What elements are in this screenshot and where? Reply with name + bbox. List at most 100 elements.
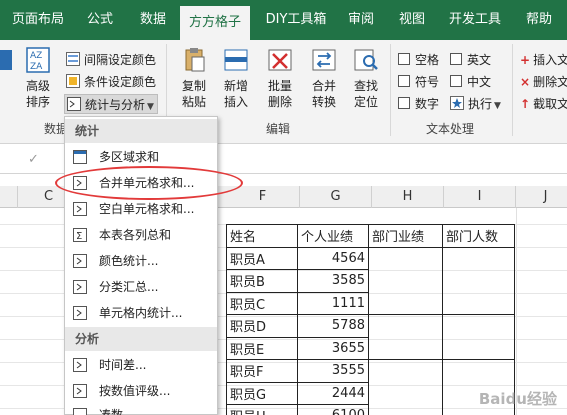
stats-analysis-label: 统计与分析 bbox=[85, 98, 146, 112]
menu-item-blank-cell-sum[interactable]: 空白单元格求和... bbox=[65, 197, 217, 221]
checkbox-space[interactable]: 空格 bbox=[398, 50, 439, 70]
tab-page-layout[interactable]: 页面布局 bbox=[6, 0, 70, 40]
ribbon-tab-bar: 页面布局 公式 数据 方方格子 DIY工具箱 审阅 视图 开发工具 帮助 bbox=[0, 0, 567, 40]
subset-sum-icon bbox=[73, 408, 87, 415]
execute-button[interactable]: 执行 ▼ bbox=[450, 94, 501, 114]
delete-cross-icon bbox=[268, 49, 292, 71]
advanced-sort-button[interactable]: AZ ZA 高级排序 bbox=[16, 46, 60, 110]
delete-text-button[interactable]: × 删除文 bbox=[520, 72, 567, 92]
merge-convert-button[interactable]: 合并转换 bbox=[302, 46, 346, 110]
checkbox-space-label: 空格 bbox=[415, 53, 440, 67]
menu-item-category-subtotal[interactable]: 分类汇总... bbox=[65, 275, 217, 299]
menu-item-label: 空白单元格求和... bbox=[99, 202, 195, 216]
svg-text:Σ: Σ bbox=[76, 231, 82, 242]
cell-perf[interactable]: 4564 bbox=[297, 246, 369, 270]
header-cell-name[interactable]: 姓名 bbox=[226, 224, 298, 248]
header-cell-personal-perf[interactable]: 个人业绩 bbox=[297, 224, 369, 248]
column-header-h[interactable]: H bbox=[372, 186, 444, 208]
checkbox-symbol[interactable]: 符号 bbox=[398, 72, 439, 92]
checkbox-icon bbox=[398, 75, 410, 87]
menu-item-label: 分类汇总... bbox=[99, 280, 159, 294]
insert-add-button[interactable]: 新增插入 bbox=[214, 46, 258, 110]
tab-fangfang-grid[interactable]: 方方格子 bbox=[180, 6, 250, 40]
tab-help[interactable]: 帮助 bbox=[518, 0, 560, 40]
column-header-i[interactable]: I bbox=[444, 186, 516, 208]
search-icon bbox=[354, 49, 378, 71]
svg-text:AZ: AZ bbox=[30, 51, 42, 61]
cell-name[interactable]: 职员C bbox=[226, 291, 298, 315]
stats-analysis-button[interactable]: 统计与分析 ▼ bbox=[64, 94, 158, 114]
cell-perf[interactable]: 6100 bbox=[297, 404, 369, 415]
tab-formulas[interactable]: 公式 bbox=[78, 0, 122, 40]
batch-delete-button[interactable]: 批量删除 bbox=[258, 46, 302, 110]
column-header-j[interactable]: J bbox=[516, 186, 567, 208]
column-header-g[interactable]: G bbox=[300, 186, 372, 208]
cell-perf[interactable]: 3655 bbox=[297, 336, 369, 360]
merged-cell-dept-count[interactable] bbox=[442, 314, 515, 360]
chevron-down-icon: ▼ bbox=[147, 102, 154, 112]
checkbox-icon bbox=[450, 53, 462, 65]
header-cell-dept-count[interactable]: 部门人数 bbox=[442, 224, 515, 248]
cell-perf[interactable]: 5788 bbox=[297, 314, 369, 338]
cell-perf[interactable]: 1111 bbox=[297, 291, 369, 315]
extract-text-button[interactable]: ↑ 截取文 bbox=[520, 94, 567, 114]
merged-cell-dept-count[interactable] bbox=[442, 246, 515, 315]
header-cell-dept-perf[interactable]: 部门业绩 bbox=[368, 224, 443, 248]
menu-item-time-diff[interactable]: 时间差... bbox=[65, 353, 217, 377]
stats-analysis-dropdown: 统计 多区域求和 合并单元格求和... 空白单元格求和... Σ 本表各列总和 … bbox=[64, 116, 218, 415]
tab-developer[interactable]: 开发工具 bbox=[442, 0, 508, 40]
copy-paste-button[interactable]: 复制粘贴 bbox=[172, 46, 216, 110]
select-all-corner[interactable] bbox=[0, 186, 18, 208]
extract-text-icon: ↑ bbox=[520, 97, 531, 111]
interval-color-button[interactable]: 间隔设定颜色 bbox=[66, 50, 156, 70]
cell-name[interactable]: 职员H bbox=[226, 404, 298, 415]
checkbox-number-label: 数字 bbox=[415, 97, 440, 111]
cell-perf[interactable]: 2444 bbox=[297, 381, 369, 405]
menu-item-color-stats[interactable]: 颜色统计... bbox=[65, 249, 217, 273]
insert-text-icon: + bbox=[520, 53, 531, 67]
tab-data[interactable]: 数据 bbox=[130, 0, 176, 40]
insert-text-button[interactable]: + 插入文 bbox=[520, 50, 567, 70]
merged-cell-dept-perf[interactable] bbox=[368, 246, 443, 315]
cell-name[interactable]: 职员E bbox=[226, 336, 298, 360]
cell-name[interactable]: 职员B bbox=[226, 269, 298, 293]
color-stats-icon bbox=[73, 254, 87, 268]
menu-item-label: 本表各列总和 bbox=[99, 228, 172, 242]
checkbox-english[interactable]: 英文 bbox=[450, 50, 491, 70]
data-table: 姓名 个人业绩 部门业绩 部门人数 职员A 4564 职员B 3585 职员C … bbox=[226, 224, 515, 415]
cell-name[interactable]: 职员A bbox=[226, 246, 298, 270]
cell-perf[interactable]: 3585 bbox=[297, 269, 369, 293]
table-header-row: 姓名 个人业绩 部门业绩 部门人数 bbox=[226, 224, 515, 248]
tab-review[interactable]: 审阅 bbox=[340, 0, 382, 40]
cell-perf[interactable]: 3555 bbox=[297, 359, 369, 383]
checkbox-english-label: 英文 bbox=[467, 53, 492, 67]
checkbox-chinese[interactable]: 中文 bbox=[450, 72, 491, 92]
group-separator bbox=[512, 44, 513, 136]
tab-diy-toolbox[interactable]: DIY工具箱 bbox=[258, 0, 334, 40]
insert-rows-icon bbox=[224, 49, 248, 71]
cell-name[interactable]: 职员F bbox=[226, 359, 298, 383]
insert-add-label: 新增插入 bbox=[223, 79, 248, 109]
blank-cell-sum-icon bbox=[73, 202, 87, 216]
cell-name[interactable]: 职员D bbox=[226, 314, 298, 338]
menu-item-subset-sum[interactable]: 凑数 bbox=[65, 403, 217, 415]
cell-name[interactable]: 职员G bbox=[226, 381, 298, 405]
delete-text-icon: × bbox=[520, 75, 531, 89]
menu-item-value-rating[interactable]: 按数值评级... bbox=[65, 379, 217, 403]
watermark: Baidu经验 bbox=[478, 390, 557, 408]
menu-item-column-totals[interactable]: Σ 本表各列总和 bbox=[65, 223, 217, 247]
menu-item-in-cell-stats[interactable]: 单元格内统计... bbox=[65, 301, 217, 325]
interval-color-icon bbox=[66, 52, 80, 66]
merged-cell-dept-perf[interactable] bbox=[368, 359, 443, 415]
checkbox-number[interactable]: 数字 bbox=[398, 94, 439, 114]
column-header-f[interactable]: F bbox=[226, 186, 300, 208]
merged-cell-dept-perf[interactable] bbox=[368, 314, 443, 360]
condition-color-button[interactable]: 条件设定颜色 bbox=[66, 72, 156, 92]
table-row: 职员A 4564 bbox=[226, 246, 515, 315]
tab-view[interactable]: 视图 bbox=[392, 0, 432, 40]
extract-text-label: 截取文 bbox=[533, 97, 567, 111]
confirm-check-icon[interactable]: ✓ bbox=[28, 152, 39, 167]
menu-item-label: 单元格内统计... bbox=[99, 306, 183, 320]
find-locate-label: 查找定位 bbox=[353, 79, 378, 109]
find-locate-button[interactable]: 查找定位 bbox=[344, 46, 388, 110]
